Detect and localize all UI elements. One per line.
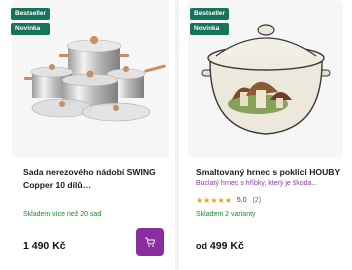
review-count: (2) [252,197,262,204]
product-grid: Bestseller Novinka Sada nerezového nádob… [0,0,352,270]
badge-list: Bestseller Novinka [190,8,230,35]
price-value: 499 Kč [209,240,244,252]
stock-status: Skladem více než 20 sad [23,211,102,218]
badge-list: Bestseller Novinka [11,8,51,35]
product-title[interactable]: Sada nerezového nádobí SWING Copper 10 d… [23,166,163,192]
badge-bestseller: Bestseller [11,8,51,20]
product-card-pot[interactable]: Bestseller Novinka Smaltovaný hrnec s po… [179,0,352,270]
price-prefix: od [196,241,207,251]
product-card-cookware[interactable]: Bestseller Novinka Sada nerezového nádob… [0,0,175,270]
product-subtitle: Buclatý hrnec s hříbky, který je škoda..… [196,180,318,187]
product-title[interactable]: Smaltovaný hrnec s poklicí HOUBY [196,166,346,179]
star-rating-icon: ★★★★★ [196,196,232,205]
product-price: 1 490 Kč [23,240,66,252]
product-price: od 499 Kč [196,240,244,252]
badge-bestseller: Bestseller [190,8,230,20]
rating: ★★★★★ 5,0 (2) [196,196,261,205]
cart-icon [145,237,155,247]
badge-new: Novinka [190,23,230,35]
rating-value: 5,0 [236,197,247,204]
stock-status: Skladem 2 varianty [196,211,256,218]
badge-new: Novinka [11,23,51,35]
add-to-cart-button[interactable] [136,228,164,256]
